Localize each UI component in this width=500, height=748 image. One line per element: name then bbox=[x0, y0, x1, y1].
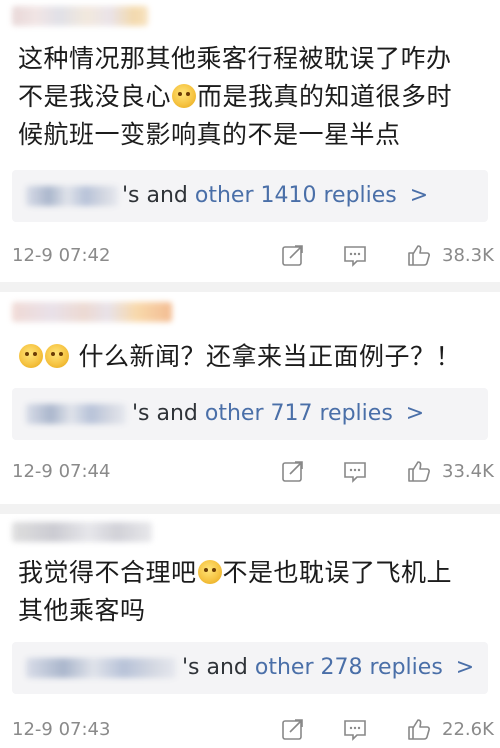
username-blurred[interactable] bbox=[12, 6, 148, 26]
like-icon[interactable] bbox=[406, 242, 432, 268]
like-count: 38.3K bbox=[442, 245, 494, 266]
chevron-right-icon: > bbox=[405, 401, 425, 426]
surprised-emoji-icon bbox=[19, 344, 43, 368]
replies-preview[interactable]: 's and other 717 replies > bbox=[12, 388, 488, 440]
share-icon[interactable] bbox=[280, 458, 306, 484]
chevron-right-icon: > bbox=[455, 655, 475, 680]
comment-text: 我觉得不合理吧 不是也耽误了飞机上 其他乘客吗 bbox=[18, 558, 453, 625]
reply-username-blurred bbox=[26, 404, 126, 424]
laughing-crying-emoji-icon bbox=[197, 560, 222, 584]
comment-meta: 12-9 07:44 33.4K bbox=[12, 458, 494, 486]
replies-link[interactable]: other 717 replies bbox=[205, 401, 393, 426]
username-blurred[interactable] bbox=[12, 522, 152, 542]
timestamp: 12-9 07:42 bbox=[12, 245, 111, 266]
like-icon[interactable] bbox=[406, 458, 432, 484]
timestamp: 12-9 07:43 bbox=[12, 719, 111, 740]
like-count: 33.4K bbox=[442, 461, 494, 482]
timestamp: 12-9 07:44 bbox=[12, 461, 111, 482]
comment-2: 什么新闻？还拿来当正面例子？！ 's and other 717 replies… bbox=[0, 292, 500, 518]
comment-meta: 12-9 07:43 22.6K bbox=[12, 716, 494, 744]
comment-meta: 12-9 07:42 38.3K bbox=[12, 242, 494, 270]
username-blurred[interactable] bbox=[12, 302, 172, 322]
share-icon[interactable] bbox=[280, 716, 306, 742]
comment-text: 什么新闻？还拿来当正面例子？！ bbox=[18, 338, 488, 376]
divider bbox=[0, 504, 500, 514]
replies-link[interactable]: other 1410 replies bbox=[195, 183, 397, 208]
laughing-crying-emoji-icon bbox=[172, 84, 197, 108]
replies-link[interactable]: other 278 replies bbox=[255, 655, 443, 680]
comment-1: 这种情况那其他乘客行程被耽误了咋办 不是我没良心 而是我真的知道很多时 候航班一变… bbox=[0, 0, 500, 282]
comment-icon[interactable] bbox=[342, 716, 368, 742]
comment-icon[interactable] bbox=[342, 242, 368, 268]
like-count: 22.6K bbox=[442, 719, 494, 740]
comment-icon[interactable] bbox=[342, 458, 368, 484]
divider bbox=[0, 282, 500, 292]
reply-username-blurred bbox=[26, 186, 118, 206]
chevron-right-icon: > bbox=[409, 183, 429, 208]
comment-text: 这种情况那其他乘客行程被耽误了咋办 不是我没良心 而是我真的知道很多时 候航班一变… bbox=[18, 44, 453, 149]
reply-username-blurred bbox=[26, 658, 176, 678]
surprised-emoji-icon bbox=[45, 344, 69, 368]
replies-preview[interactable]: 's and other 1410 replies > bbox=[12, 170, 488, 222]
like-icon[interactable] bbox=[406, 716, 432, 742]
replies-preview[interactable]: 's and other 278 replies > bbox=[12, 642, 488, 694]
comment-3: 我觉得不合理吧 不是也耽误了飞机上 其他乘客吗 's and other 278 … bbox=[0, 514, 500, 748]
share-icon[interactable] bbox=[280, 242, 306, 268]
